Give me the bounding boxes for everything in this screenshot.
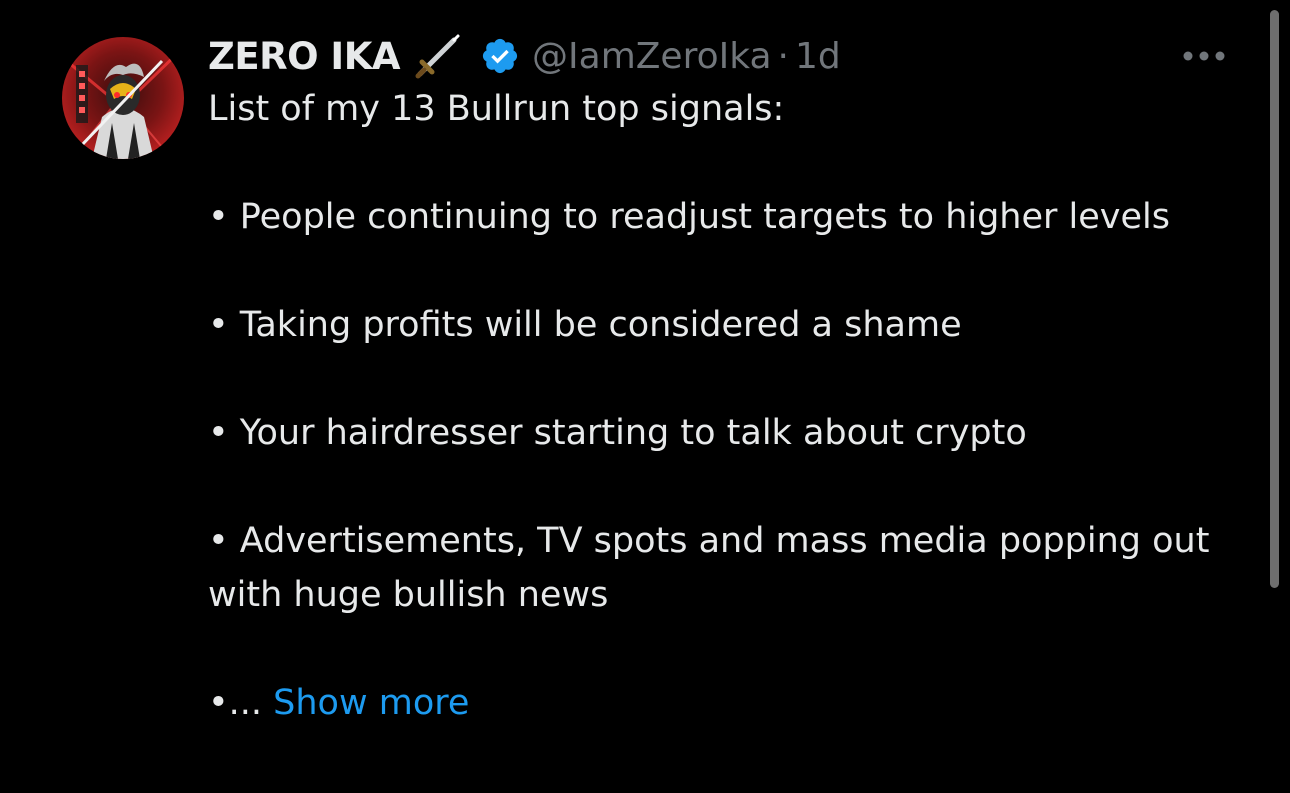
avatar[interactable] — [62, 37, 184, 159]
line-break — [208, 460, 1248, 514]
tweet-line: • Advertisements, TV spots and mass medi… — [208, 521, 1210, 615]
separator-dot: · — [777, 35, 789, 77]
truncated-line: •... Show more — [208, 676, 1248, 730]
scrollbar[interactable] — [1270, 10, 1279, 588]
truncated-prefix: •... — [208, 683, 274, 723]
tweet-body: List of my 13 Bullrun top signals: • Peo… — [208, 82, 1248, 730]
tweet-line: List of my 13 Bullrun top signals: — [208, 89, 785, 129]
tweet-line: • Your hairdresser starting to talk abou… — [208, 413, 1027, 453]
tweet-line: • People continuing to readjust targets … — [208, 197, 1171, 237]
user-handle[interactable]: @IamZeroIka — [532, 36, 771, 77]
more-options-icon[interactable] — [1176, 40, 1232, 72]
timestamp[interactable]: 1d — [795, 36, 841, 77]
verified-badge-icon[interactable] — [480, 36, 520, 76]
display-name[interactable]: ZERO IKA — [208, 35, 401, 78]
line-break — [208, 244, 1248, 298]
line-break — [208, 352, 1248, 406]
dagger-icon — [410, 28, 466, 84]
tweet-header: ZERO IKA @IamZeroIka · 1d — [208, 28, 841, 84]
line-break — [208, 622, 1248, 676]
tweet-line: • Taking profits will be considered a sh… — [208, 305, 962, 345]
line-break — [208, 136, 1248, 190]
tweet-card[interactable]: ZERO IKA @IamZeroIka · 1d List of my 13 … — [0, 0, 1290, 793]
show-more-link[interactable]: Show more — [273, 683, 469, 723]
